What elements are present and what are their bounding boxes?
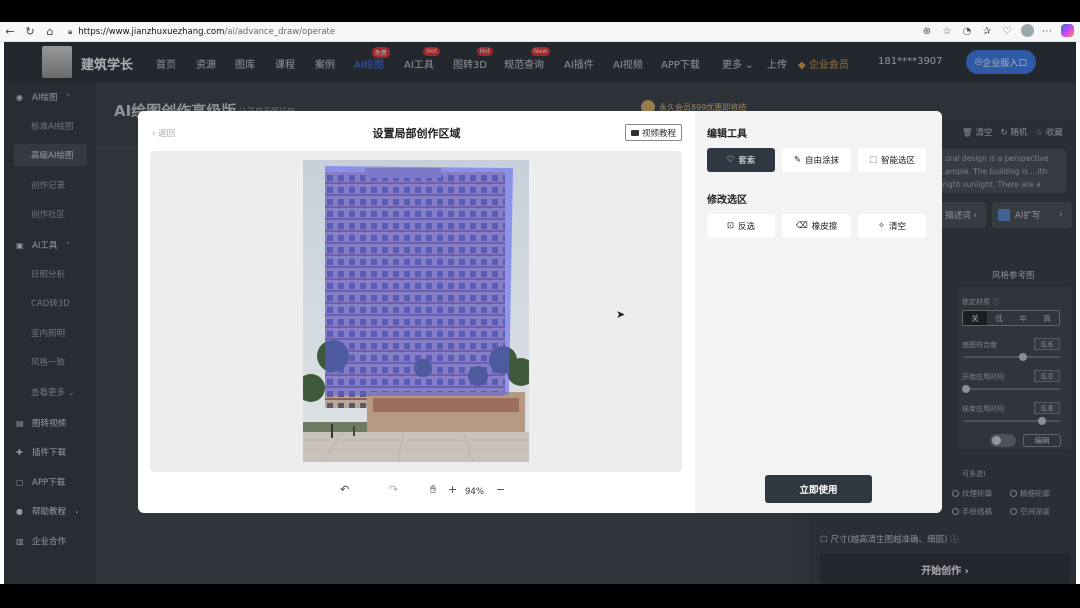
lock-icon: 🔒︎ (68, 26, 73, 36)
smart-select-icon: ⬚ (868, 155, 877, 165)
mouse-cursor-icon: ➤ (616, 308, 626, 321)
browser-toolbar: ← ↻ ⌂ 🔒︎ https://www.jianzhuxuezhang.com… (0, 22, 1080, 42)
reload-icon[interactable]: ↻ (20, 25, 40, 38)
brush-button[interactable]: ✎ 自由涂抹 (782, 148, 851, 172)
home-icon[interactable]: ⌂ (40, 25, 60, 38)
redo-icon[interactable]: ↷ (389, 483, 398, 496)
star-icon[interactable]: ☆ (938, 26, 956, 37)
video-tutorial-button[interactable]: 视频教程 (625, 124, 682, 141)
screen: ← ↻ ⌂ 🔒︎ https://www.jianzhuxuezhang.com… (0, 22, 1080, 584)
url-host: https://www.jianzhuxuezhang.com (78, 26, 225, 37)
building-photo[interactable] (303, 160, 529, 462)
website: 建筑学长 首页 资源 图库 课程 案例 AI绘图 免费 AI工具 Hot 图转3D H… (4, 42, 1076, 584)
copilot-icon[interactable] (1058, 23, 1076, 40)
smart-select-button[interactable]: ⬚ 智能选区 (858, 148, 926, 172)
clear-selection-button[interactable]: ✧ 清空 (858, 214, 926, 238)
zoom-in-icon[interactable]: + (448, 483, 457, 496)
eraser-button[interactable]: ⌫ 橡皮擦 (782, 214, 851, 238)
lasso-button[interactable]: ♡ 套索 (707, 148, 775, 172)
back-icon[interactable]: ← (0, 25, 20, 38)
profile-avatar[interactable] (1018, 23, 1036, 40)
eraser-icon: ⌫ (795, 221, 808, 231)
url-path: /ai/advance_draw/operate (224, 26, 336, 37)
undo-icon[interactable]: ↶ (340, 483, 349, 496)
selection-mask (325, 166, 513, 396)
region-modal: ‹ 返回 设置局部创作区域 视频教程 ↶ ↷ ✋︎ + 94% − 编辑工具 ♡… (138, 111, 942, 513)
lasso-icon: ♡ (726, 155, 735, 165)
modal-tools-section: 编辑工具 ♡ 套索 ✎ 自由涂抹 ⬚ 智能选区 修改选区 ⊡ 反选 ⌫ 橡皮擦 ✧ 清空 立… (695, 111, 942, 513)
edit-tools-title: 编辑工具 (707, 129, 747, 140)
invert-button[interactable]: ⊡ 反选 (707, 214, 775, 238)
shield-icon[interactable]: ♡ (998, 26, 1016, 37)
favorites-icon[interactable]: ✰ (978, 26, 996, 37)
hand-icon[interactable]: ✋︎ (430, 483, 436, 497)
address-bar[interactable]: 🔒︎ https://www.jianzhuxuezhang.com/ai/ad… (68, 27, 918, 37)
invert-icon: ⊡ (726, 221, 735, 231)
building-image (303, 160, 529, 462)
brush-icon: ✎ (793, 155, 802, 165)
camera-icon (630, 129, 639, 136)
apply-now-button[interactable]: 立即使用 (765, 475, 872, 503)
modal-canvas-section: ‹ 返回 设置局部创作区域 视频教程 ↶ ↷ ✋︎ + 94% − (138, 111, 695, 513)
modify-selection-title: 修改选区 (707, 195, 747, 206)
more-icon[interactable]: ⋯ (1038, 26, 1056, 37)
extension-icon[interactable]: ◔ (958, 26, 976, 37)
zoom-level: 94% (465, 487, 484, 497)
zoom-out-icon[interactable]: − (496, 483, 505, 496)
modal-title: 设置局部创作区域 (372, 127, 461, 140)
clear-icon: ✧ (877, 221, 886, 231)
zoom-icon[interactable]: ⊕ (918, 26, 936, 37)
